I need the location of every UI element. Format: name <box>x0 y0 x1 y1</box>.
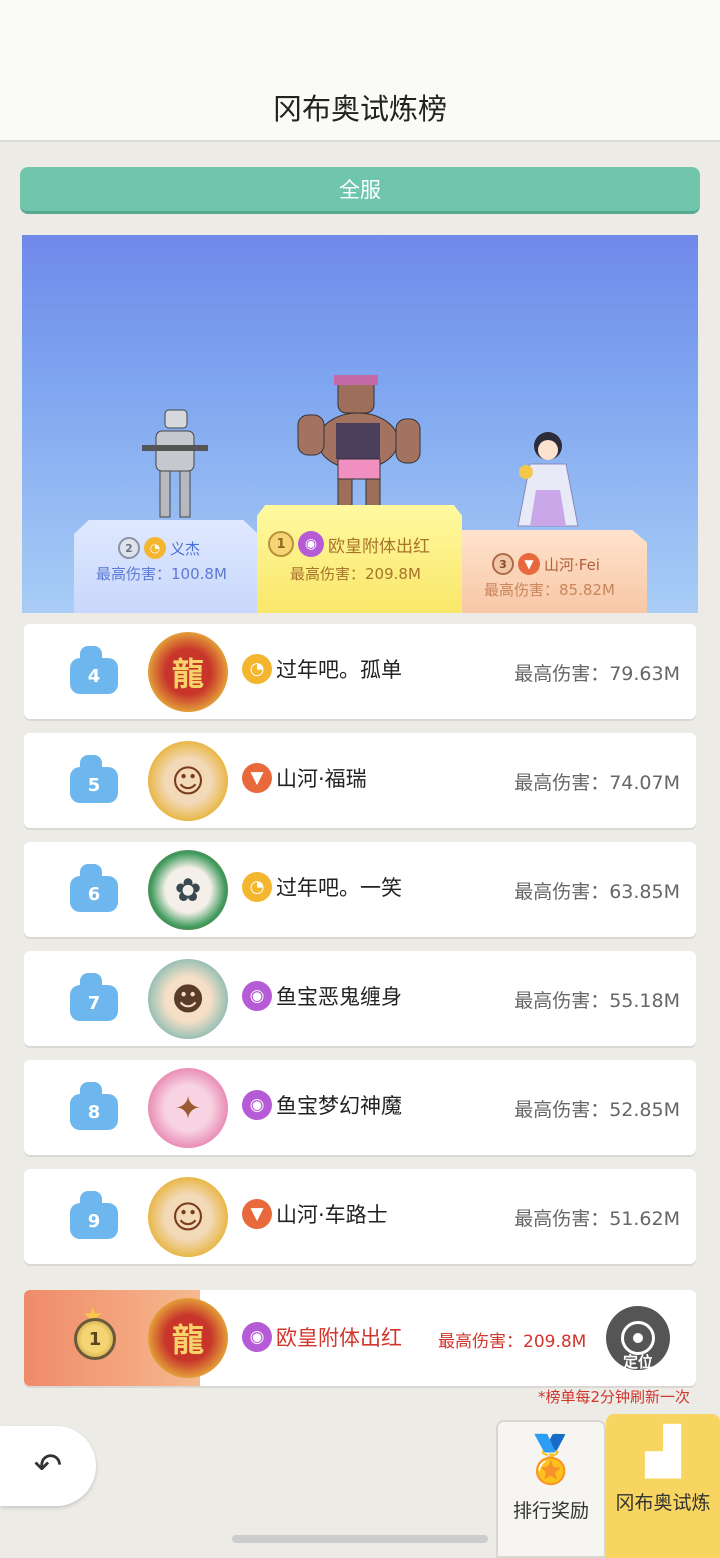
player-damage: 最高伤害：63.85M <box>514 881 680 903</box>
rank-badge: 4 <box>70 646 118 694</box>
rank-badge: 9 <box>70 1191 118 1239</box>
brawler-character <box>297 375 421 512</box>
refresh-note: *榜单每2分钟刷新一次 <box>537 1388 690 1406</box>
fox-icon: ▼ <box>242 1199 272 1229</box>
rank-row-8[interactable]: 8 ✦ ◉ 鱼宝梦幻神魔 最高伤害：52.85M <box>24 1060 696 1155</box>
home-indicator <box>232 1535 488 1543</box>
player-damage: 最高伤害：55.18M <box>514 990 680 1012</box>
avatar[interactable]: ☺ <box>148 1177 228 1257</box>
player-damage: 最高伤害：52.85M <box>514 1099 680 1121</box>
fox-icon: ▼ <box>518 553 540 575</box>
scope-selector[interactable]: 全服 <box>20 167 700 214</box>
header-bar: 冈布奥试炼榜 <box>0 0 720 142</box>
podium-3-name: 山河·Fei <box>544 555 600 574</box>
rank-badge: 8 <box>70 1082 118 1130</box>
scope-label: 全服 <box>339 178 381 202</box>
rank-badge: 5 <box>70 755 118 803</box>
player-name-line: ◔ 过年吧。孤单 <box>242 654 402 684</box>
tab-label: 冈布奥试炼 <box>615 1492 711 1514</box>
top-three-podium: 2 ◔ 义杰 最高伤害：100.8M 1 ◉ 欧皇附体出红 最高伤害：209.8… <box>22 235 698 613</box>
back-button[interactable]: ↶ <box>0 1426 96 1506</box>
gold-swirl-icon: ◔ <box>242 654 272 684</box>
podium-1-name-line[interactable]: 1 ◉ 欧皇附体出红 <box>268 531 430 557</box>
avatar[interactable]: 龍 <box>148 1298 228 1378</box>
player-damage: 最高伤害：51.62M <box>514 1208 680 1230</box>
player-name: 鱼宝恶鬼缠身 <box>276 985 402 1009</box>
rank-3-shield-icon: 3 <box>492 553 514 575</box>
locate-label: 定位 <box>622 1353 653 1371</box>
rank-1-shield-icon: 1 <box>268 531 294 557</box>
player-name: 过年吧。一笑 <box>276 876 402 900</box>
rank-badge: 7 <box>70 973 118 1021</box>
rank-row-7[interactable]: 7 ☻ ◉ 鱼宝恶鬼缠身 最高伤害：55.18M <box>24 951 696 1046</box>
undo-arrow-icon: ↶ <box>33 1446 63 1486</box>
my-rank-row[interactable]: ★ 1 龍 ◉ 欧皇附体出红 最高伤害：209.8M 定位 <box>24 1290 696 1386</box>
my-player-name: 欧皇附体出红 <box>276 1326 402 1350</box>
avatar[interactable]: ✿ <box>148 850 228 930</box>
player-name: 过年吧。孤单 <box>276 658 402 682</box>
rank-row-4[interactable]: 4 龍 ◔ 过年吧。孤单 最高伤害：79.63M <box>24 624 696 719</box>
rank-row-5[interactable]: 5 ☺ ▼ 山河·福瑞 最高伤害：74.07M <box>24 733 696 828</box>
tab-label: 排行奖励 <box>512 1500 589 1522</box>
eye-icon: ◉ <box>242 1090 272 1120</box>
avatar[interactable]: ✦ <box>148 1068 228 1148</box>
page-title: 冈布奥试炼榜 <box>272 92 447 126</box>
gold-swirl-icon: ◔ <box>144 537 166 559</box>
maiden-character <box>517 432 579 527</box>
eye-icon: ◉ <box>298 531 324 557</box>
player-name: 山河·福瑞 <box>276 767 367 791</box>
tab-gumball-trial[interactable]: ▟ 冈布奥试炼 <box>606 1414 720 1558</box>
robot-character <box>142 409 208 518</box>
player-damage: 最高伤害：79.63M <box>514 663 680 685</box>
avatar[interactable]: ☺ <box>148 741 228 821</box>
avatar[interactable]: 龍 <box>148 632 228 712</box>
medal-icon: 🏅 <box>522 1432 580 1486</box>
eye-icon: ◉ <box>242 981 272 1011</box>
player-name-line: ◉ 鱼宝恶鬼缠身 <box>242 981 402 1011</box>
locate-button[interactable]: 定位 <box>606 1306 670 1371</box>
avatar[interactable]: ☻ <box>148 959 228 1039</box>
player-name: 鱼宝梦幻神魔 <box>276 1094 402 1118</box>
player-name-line: ▼ 山河·福瑞 <box>242 763 367 793</box>
eye-icon: ◉ <box>242 1322 272 1352</box>
podium-step-1 <box>257 505 462 613</box>
rank-row-6[interactable]: 6 ✿ ◔ 过年吧。一笑 最高伤害：63.85M <box>24 842 696 937</box>
podium-3-name-line[interactable]: 3 ▼ 山河·Fei <box>492 553 600 575</box>
player-name-line: ▼ 山河·车路士 <box>242 1199 388 1229</box>
tab-rank-rewards[interactable]: 🏅 排行奖励 <box>496 1420 606 1558</box>
podium-2-name: 义杰 <box>170 539 201 558</box>
crosshair-icon <box>621 1321 655 1355</box>
rank-2-shield-icon: 2 <box>118 537 140 559</box>
fox-icon: ▼ <box>242 763 272 793</box>
player-name-line: ◉ 鱼宝梦幻神魔 <box>242 1090 402 1120</box>
podium-1-damage: 最高伤害：209.8M <box>290 565 421 583</box>
podium-3-damage: 最高伤害：85.82M <box>484 581 615 599</box>
rank-row-9[interactable]: 9 ☺ ▼ 山河·车路士 最高伤害：51.62M <box>24 1169 696 1264</box>
player-name-line: ◔ 过年吧。一笑 <box>242 872 402 902</box>
rank-badge: 6 <box>70 864 118 912</box>
my-damage: 最高伤害：209.8M <box>438 1332 587 1352</box>
podium-2-name-line[interactable]: 2 ◔ 义杰 <box>118 537 200 559</box>
podium-2-damage: 最高伤害：100.8M <box>96 565 227 583</box>
my-name-line: ◉ 欧皇附体出红 <box>242 1322 402 1352</box>
my-rank-medal-icon: ★ 1 <box>60 1302 130 1370</box>
podium-1-name: 欧皇附体出红 <box>328 536 430 557</box>
player-name: 山河·车路士 <box>276 1203 388 1227</box>
gold-swirl-icon: ◔ <box>242 872 272 902</box>
player-damage: 最高伤害：74.07M <box>514 772 680 794</box>
podium-icon: ▟ <box>645 1424 681 1478</box>
